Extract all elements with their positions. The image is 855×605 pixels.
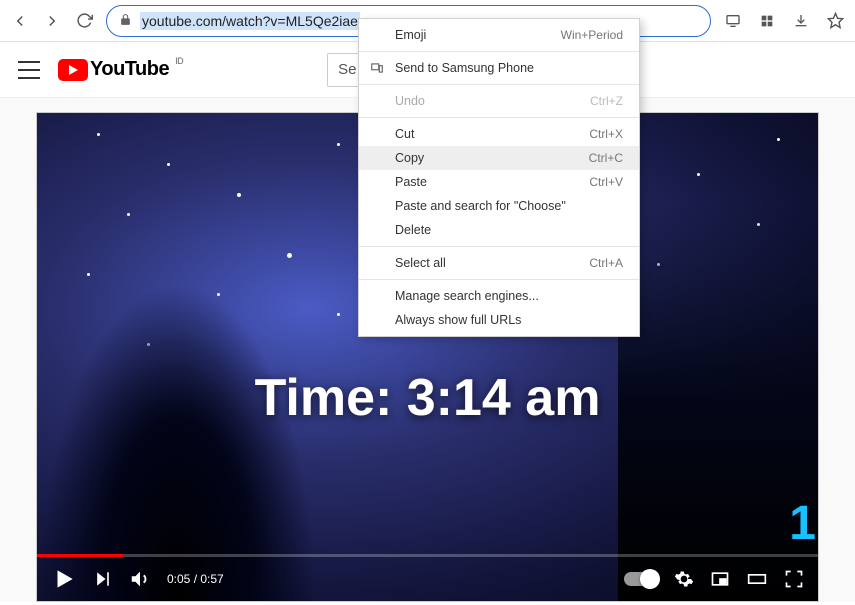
fullscreen-button[interactable] — [784, 569, 804, 589]
ctx-separator — [359, 51, 639, 52]
volume-button[interactable] — [129, 568, 151, 590]
ctx-label: Send to Samsung Phone — [395, 61, 534, 75]
ctx-cut[interactable]: Cut Ctrl+X — [359, 122, 639, 146]
miniplayer-button[interactable] — [710, 569, 730, 589]
ctx-delete[interactable]: Delete — [359, 218, 639, 242]
ctx-shortcut: Win+Period — [561, 28, 623, 42]
ctx-separator — [359, 117, 639, 118]
search-placeholder: Se — [338, 61, 356, 78]
reload-button[interactable] — [74, 11, 94, 31]
ctx-separator — [359, 84, 639, 85]
back-button[interactable] — [10, 11, 30, 31]
url-text: youtube.com/watch?v=ML5Qe2iae — [140, 12, 360, 30]
devices-icon — [369, 60, 385, 76]
context-menu: Emoji Win+Period Send to Samsung Phone U… — [358, 18, 640, 337]
theater-button[interactable] — [746, 569, 768, 589]
download-icon[interactable] — [791, 11, 811, 31]
ctx-separator — [359, 279, 639, 280]
ctx-label: Paste — [395, 175, 427, 189]
ctx-label: Paste and search for "Choose" — [395, 199, 566, 213]
time-display: 0:05 / 0:57 — [167, 572, 224, 586]
ctx-shortcut: Ctrl+A — [589, 256, 623, 270]
ctx-label: Always show full URLs — [395, 313, 521, 327]
youtube-logo[interactable]: YouTube ID — [58, 58, 169, 81]
ctx-emoji[interactable]: Emoji Win+Period — [359, 23, 639, 47]
elapsed-time: 0:05 — [167, 572, 190, 586]
toolbar-right — [723, 11, 845, 31]
lock-icon — [119, 13, 132, 29]
play-button[interactable] — [51, 566, 77, 592]
desktop-icon[interactable] — [723, 11, 743, 31]
ctx-undo[interactable]: Undo Ctrl+Z — [359, 89, 639, 113]
tree-silhouette — [618, 201, 818, 601]
settings-button[interactable] — [674, 569, 694, 589]
total-duration: 0:57 — [200, 572, 223, 586]
autoplay-toggle[interactable] — [624, 572, 658, 586]
star-icon[interactable] — [825, 11, 845, 31]
video-corner-number: 1 — [789, 496, 816, 551]
ctx-shortcut: Ctrl+Z — [590, 94, 623, 108]
ctx-shortcut: Ctrl+X — [589, 127, 623, 141]
next-button[interactable] — [93, 569, 113, 589]
ctx-copy[interactable]: Copy Ctrl+C — [359, 146, 639, 170]
menu-button[interactable] — [18, 59, 40, 81]
region-label: ID — [175, 56, 183, 66]
extension-icon[interactable] — [757, 11, 777, 31]
ctx-manage-search-engines[interactable]: Manage search engines... — [359, 284, 639, 308]
player-controls: 0:05 / 0:57 — [37, 557, 818, 601]
ctx-label: Select all — [395, 256, 446, 270]
youtube-brand-text: YouTube — [90, 58, 169, 81]
tree-silhouette — [37, 281, 317, 601]
ctx-shortcut: Ctrl+V — [589, 175, 623, 189]
video-overlay-text: Time: 3:14 am — [255, 368, 601, 428]
ctx-label: Emoji — [395, 28, 426, 42]
ctx-label: Copy — [395, 151, 424, 165]
ctx-paste-search[interactable]: Paste and search for "Choose" — [359, 194, 639, 218]
ctx-shortcut: Ctrl+C — [589, 151, 623, 165]
ctx-label: Undo — [395, 94, 425, 108]
forward-button[interactable] — [42, 11, 62, 31]
ctx-label: Manage search engines... — [395, 289, 539, 303]
youtube-play-icon — [58, 59, 88, 81]
ctx-label: Cut — [395, 127, 414, 141]
ctx-label: Delete — [395, 223, 431, 237]
ctx-select-all[interactable]: Select all Ctrl+A — [359, 251, 639, 275]
ctx-separator — [359, 246, 639, 247]
ctx-show-full-urls[interactable]: Always show full URLs — [359, 308, 639, 332]
ctx-paste[interactable]: Paste Ctrl+V — [359, 170, 639, 194]
ctx-send-to-phone[interactable]: Send to Samsung Phone — [359, 56, 639, 80]
